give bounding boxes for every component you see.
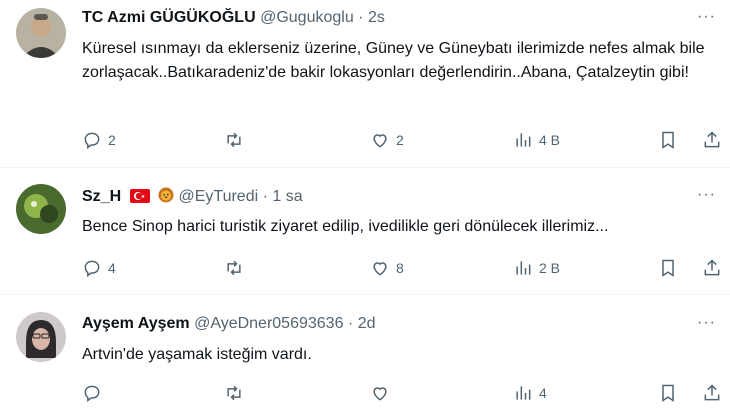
timestamp[interactable]: 2s bbox=[368, 9, 385, 26]
retweet-icon bbox=[227, 260, 241, 276]
tweet-header: Sz_H @EyTuredi · 1 sa bbox=[82, 187, 690, 209]
like-count: 2 bbox=[396, 132, 404, 148]
like-icon bbox=[373, 262, 387, 276]
share-icon bbox=[704, 131, 720, 148]
share-button[interactable] bbox=[702, 128, 722, 152]
share-icon bbox=[704, 384, 720, 401]
reply-icon bbox=[84, 260, 100, 277]
user-handle[interactable]: @EyTuredi bbox=[178, 188, 258, 205]
user-handle[interactable]: @AyeDner05693636 bbox=[194, 315, 343, 332]
display-name[interactable]: Ayşem Ayşem bbox=[82, 315, 190, 332]
views-count: 4 B bbox=[539, 132, 561, 148]
tweet-text: Bence Sinop harici turistik ziyaret edil… bbox=[82, 218, 609, 235]
reply-count: 2 bbox=[108, 132, 116, 148]
tweet-2[interactable]: Sz_H @EyTuredi · 1 sa ··· Bence Sinop ha… bbox=[0, 168, 730, 295]
like-button[interactable]: 8 bbox=[370, 256, 404, 280]
avatar[interactable] bbox=[16, 312, 66, 362]
display-name[interactable]: TC Azmi GÜGÜKOĞLU bbox=[82, 9, 256, 26]
like-button[interactable] bbox=[370, 381, 396, 405]
timestamp[interactable]: 2d bbox=[358, 315, 376, 332]
share-button[interactable] bbox=[702, 256, 722, 280]
bookmark-button[interactable] bbox=[658, 128, 678, 152]
bookmark-icon bbox=[662, 131, 674, 149]
reply-button[interactable]: 2 bbox=[82, 128, 116, 152]
share-icon bbox=[704, 259, 720, 276]
reply-button[interactable] bbox=[82, 381, 108, 405]
more-icon[interactable]: ··· bbox=[697, 186, 716, 204]
tweet-1[interactable]: TC Azmi GÜGÜKOĞLU @Gugukoglu · 2s ··· Kü… bbox=[0, 0, 730, 168]
avatar[interactable] bbox=[16, 184, 66, 234]
tweet-actions: 4 8 2 B bbox=[82, 256, 722, 280]
retweet-button[interactable] bbox=[224, 256, 250, 280]
tweet-actions: 4 bbox=[82, 381, 722, 405]
tweet-3[interactable]: Ayşem Ayşem @AyeDner05693636 · 2d ··· Ar… bbox=[0, 295, 730, 420]
views-icon bbox=[516, 261, 531, 275]
retweet-button[interactable] bbox=[224, 381, 250, 405]
reply-icon bbox=[84, 385, 100, 402]
user-handle[interactable]: @Gugukoglu bbox=[260, 9, 354, 26]
retweet-button[interactable] bbox=[224, 128, 250, 152]
share-button[interactable] bbox=[702, 381, 722, 405]
bookmark-icon bbox=[662, 259, 674, 277]
display-name[interactable]: Sz_H bbox=[82, 188, 121, 205]
views-button[interactable]: 2 B bbox=[513, 256, 560, 280]
reply-count: 4 bbox=[108, 260, 116, 276]
tweet-header: TC Azmi GÜGÜKOĞLU @Gugukoglu · 2s bbox=[82, 9, 690, 31]
views-button[interactable]: 4 bbox=[513, 381, 547, 405]
views-icon bbox=[516, 386, 531, 400]
views-icon bbox=[516, 133, 531, 147]
bookmark-icon bbox=[662, 384, 674, 402]
separator-dot: · bbox=[347, 315, 354, 332]
like-icon bbox=[373, 134, 387, 148]
more-icon[interactable]: ··· bbox=[697, 314, 716, 332]
reply-button[interactable]: 4 bbox=[82, 256, 116, 280]
retweet-icon bbox=[227, 385, 241, 401]
views-count: 2 B bbox=[539, 260, 561, 276]
lion-emoji-icon bbox=[158, 187, 174, 203]
separator-dot: · bbox=[358, 9, 364, 26]
like-count: 8 bbox=[396, 260, 404, 276]
timestamp[interactable]: 1 sa bbox=[272, 188, 302, 205]
avatar[interactable] bbox=[16, 8, 66, 58]
reply-icon bbox=[84, 132, 100, 149]
like-button[interactable]: 2 bbox=[370, 128, 404, 152]
like-icon bbox=[373, 387, 387, 401]
retweet-icon bbox=[227, 132, 241, 148]
turkish-flag-icon bbox=[129, 189, 150, 203]
bookmark-button[interactable] bbox=[658, 256, 678, 280]
tweet-actions: 2 2 4 B bbox=[82, 128, 722, 152]
separator-dot: · bbox=[262, 188, 268, 205]
tweet-text: Artvin'de yaşamak isteğim vardı. bbox=[82, 346, 312, 363]
more-icon[interactable]: ··· bbox=[697, 8, 716, 26]
tweet-text: Küresel ısınmayı da eklerseniz üzerine, … bbox=[82, 40, 705, 81]
tweet-header: Ayşem Ayşem @AyeDner05693636 · 2d bbox=[82, 315, 690, 337]
views-count: 4 bbox=[539, 385, 547, 401]
bookmark-button[interactable] bbox=[658, 381, 678, 405]
views-button[interactable]: 4 B bbox=[513, 128, 560, 152]
